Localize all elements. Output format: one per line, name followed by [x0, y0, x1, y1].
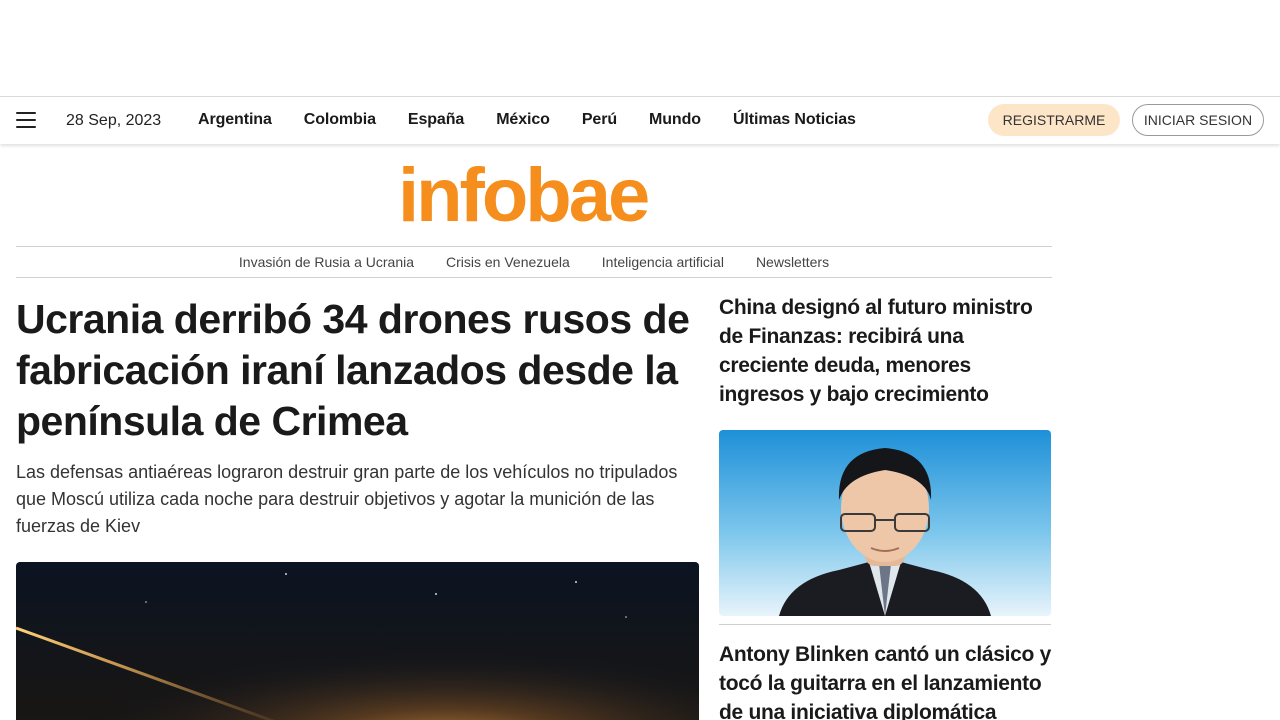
topic-link-rusia-ucrania[interactable]: Invasión de Rusia a Ucrania	[239, 254, 414, 270]
register-button[interactable]: REGISTRARME	[988, 104, 1120, 136]
nav-item-espana[interactable]: España	[408, 111, 464, 129]
side-story-image[interactable]	[719, 430, 1051, 616]
main-story-deck: Las defensas antiaéreas lograron destrui…	[16, 462, 678, 536]
main-story-image[interactable]	[16, 562, 699, 720]
current-date: 28 Sep, 2023	[66, 112, 162, 129]
side-story-headline-2[interactable]: Antony Blinken cantó un clásico y tocó l…	[719, 640, 1051, 720]
nav-item-colombia[interactable]: Colombia	[304, 111, 376, 129]
topics-nav: Invasión de Rusia a Ucrania Crisis en Ve…	[16, 246, 1052, 278]
nav-item-peru[interactable]: Perú	[582, 111, 617, 129]
nav-item-ultimas-noticias[interactable]: Últimas Noticias	[733, 111, 856, 129]
top-navigation-bar: 28 Sep, 2023 Argentina Colombia España M…	[0, 96, 1280, 144]
ad-space	[0, 0, 1280, 96]
main-headline[interactable]: Ucrania derribó 34 drones rusos de fabri…	[16, 294, 700, 447]
night-sky-tracer-photo-icon	[16, 562, 699, 720]
topic-link-inteligencia-artificial[interactable]: Inteligencia artificial	[602, 254, 724, 270]
topic-link-newsletters[interactable]: Newsletters	[756, 254, 829, 270]
side-story-headline[interactable]: China designó al futuro ministro de Fina…	[719, 293, 1051, 409]
site-logo[interactable]: infobae	[398, 156, 650, 236]
menu-icon[interactable]	[16, 112, 36, 128]
divider	[719, 624, 1051, 625]
nav-item-argentina[interactable]: Argentina	[198, 111, 272, 129]
country-nav: Argentina Colombia España México Perú Mu…	[198, 111, 888, 129]
topic-link-venezuela[interactable]: Crisis en Venezuela	[446, 254, 570, 270]
portrait-photo-icon	[719, 430, 1051, 616]
nav-item-mundo[interactable]: Mundo	[649, 111, 701, 129]
nav-item-mexico[interactable]: México	[496, 111, 550, 129]
login-button[interactable]: INICIAR SESION	[1132, 104, 1264, 136]
